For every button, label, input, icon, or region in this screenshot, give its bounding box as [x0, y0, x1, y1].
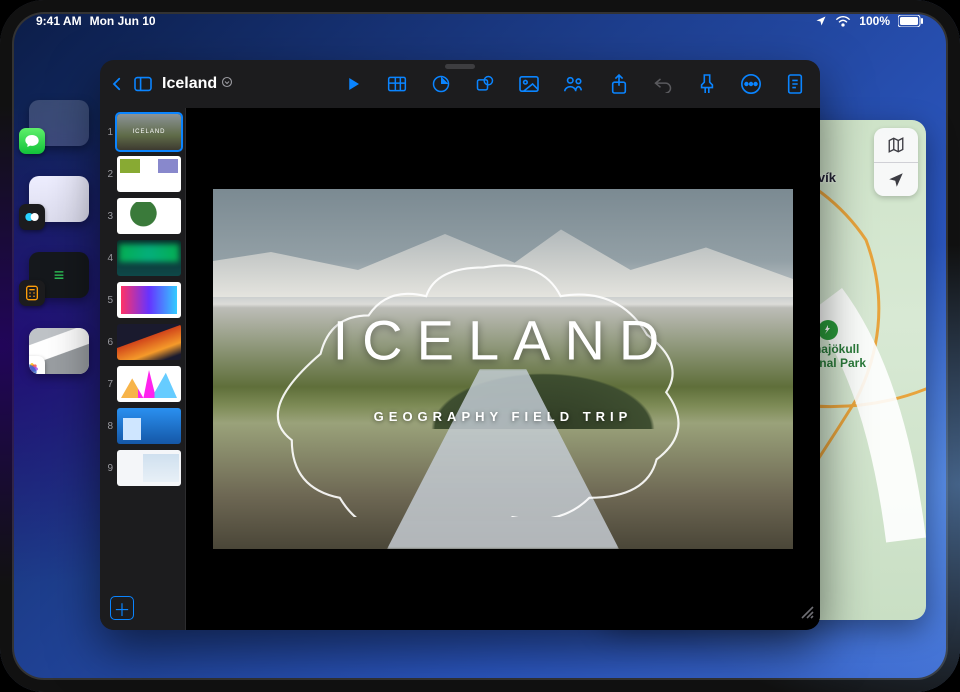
chevron-down-icon	[221, 75, 233, 93]
stocks-thumb: ≡	[54, 265, 65, 286]
keynote-window[interactable]: Iceland	[100, 60, 820, 630]
slide-thumb-2[interactable]: 2	[104, 156, 181, 192]
park-pin-icon	[818, 320, 838, 340]
slide-thumb-9[interactable]: 9	[104, 450, 181, 486]
photos-icon	[29, 356, 45, 374]
location-services-icon	[815, 15, 827, 27]
slide-thumb-preview[interactable]	[117, 198, 181, 234]
slide-thumb-preview[interactable]	[117, 282, 181, 318]
status-bar: 9:41 AM Mon Jun 10 100%	[0, 10, 960, 32]
keynote-body: 1 2 3 4 5 6 7 8 9 ICELAND GEOGRAPHY FIELD TRIP	[100, 108, 820, 630]
stage-manager-strip: ≡	[24, 100, 94, 374]
slide-thumb-preview[interactable]	[117, 366, 181, 402]
slide-thumb-7[interactable]: 7	[104, 366, 181, 402]
slide-thumb-number: 3	[104, 211, 113, 222]
stage-app-photos[interactable]	[29, 328, 89, 374]
status-time: 9:41 AM	[36, 14, 82, 28]
ipad-device: 9:41 AM Mon Jun 10 100%	[0, 0, 960, 692]
slide-canvas[interactable]: ICELAND GEOGRAPHY FIELD TRIP	[213, 189, 793, 549]
document-options-button[interactable]	[784, 73, 806, 95]
back-button[interactable]	[106, 73, 128, 95]
play-button[interactable]	[342, 73, 364, 95]
window-grab-handle[interactable]	[445, 64, 475, 69]
slide-thumb-1[interactable]: 1	[104, 114, 181, 150]
document-title-text: Iceland	[162, 75, 217, 93]
slide-thumb-number: 2	[104, 169, 113, 180]
stage-app-messages[interactable]	[29, 100, 89, 146]
maps-controls	[874, 128, 918, 196]
more-button[interactable]	[740, 73, 762, 95]
document-title[interactable]: Iceland	[158, 75, 237, 93]
slide-subtitle[interactable]: GEOGRAPHY FIELD TRIP	[213, 409, 793, 424]
insert-shape-button[interactable]	[474, 73, 496, 95]
slide-canvas-area[interactable]: ICELAND GEOGRAPHY FIELD TRIP	[186, 108, 820, 630]
insert-table-button[interactable]	[386, 73, 408, 95]
slide-thumb-3[interactable]: 3	[104, 198, 181, 234]
slide-thumb-number: 4	[104, 253, 113, 264]
undo-button[interactable]	[652, 73, 674, 95]
add-slide-button[interactable]: ＋	[110, 596, 134, 620]
window-resize-handle[interactable]	[798, 603, 814, 624]
slide-thumb-preview[interactable]	[117, 450, 181, 486]
slide-thumb-6[interactable]: 6	[104, 324, 181, 360]
toolbar-tools	[245, 73, 810, 95]
slide-thumb-number: 9	[104, 463, 113, 474]
slide-thumb-5[interactable]: 5	[104, 282, 181, 318]
slide-thumb-preview[interactable]	[117, 324, 181, 360]
wifi-icon	[835, 15, 851, 27]
slide-thumb-number: 7	[104, 379, 113, 390]
calculator-icon	[19, 280, 45, 306]
maps-locate-button[interactable]	[874, 162, 918, 196]
slide-title[interactable]: ICELAND	[213, 308, 793, 373]
slide-thumb-number: 6	[104, 337, 113, 348]
slide-thumb-number: 1	[104, 127, 113, 138]
maps-mode-button[interactable]	[874, 128, 918, 162]
slide-thumb-preview[interactable]	[117, 114, 181, 150]
slide-thumb-4[interactable]: 4	[104, 240, 181, 276]
slide-thumb-preview[interactable]	[117, 408, 181, 444]
messages-icon	[19, 128, 45, 154]
slide-thumb-8[interactable]: 8	[104, 408, 181, 444]
slide-thumb-preview[interactable]	[117, 156, 181, 192]
slide-thumb-preview[interactable]	[117, 240, 181, 276]
slide-bg-clouds	[213, 207, 793, 297]
battery-icon	[898, 15, 924, 27]
translate-icon	[19, 204, 45, 230]
stage-app-translate[interactable]	[29, 176, 89, 222]
slide-thumb-number: 5	[104, 295, 113, 306]
share-button[interactable]	[608, 73, 630, 95]
battery-pct: 100%	[859, 14, 890, 28]
slide-navigator[interactable]: 1 2 3 4 5 6 7 8 9	[100, 108, 186, 630]
insert-media-button[interactable]	[518, 73, 540, 95]
slide-thumb-number: 8	[104, 421, 113, 432]
format-brush-button[interactable]	[696, 73, 718, 95]
status-date: Mon Jun 10	[90, 14, 156, 28]
sidebar-toggle-button[interactable]	[132, 73, 154, 95]
insert-chart-button[interactable]	[430, 73, 452, 95]
collaborate-button[interactable]	[562, 73, 584, 95]
stage-app-stocks[interactable]: ≡	[29, 252, 89, 298]
